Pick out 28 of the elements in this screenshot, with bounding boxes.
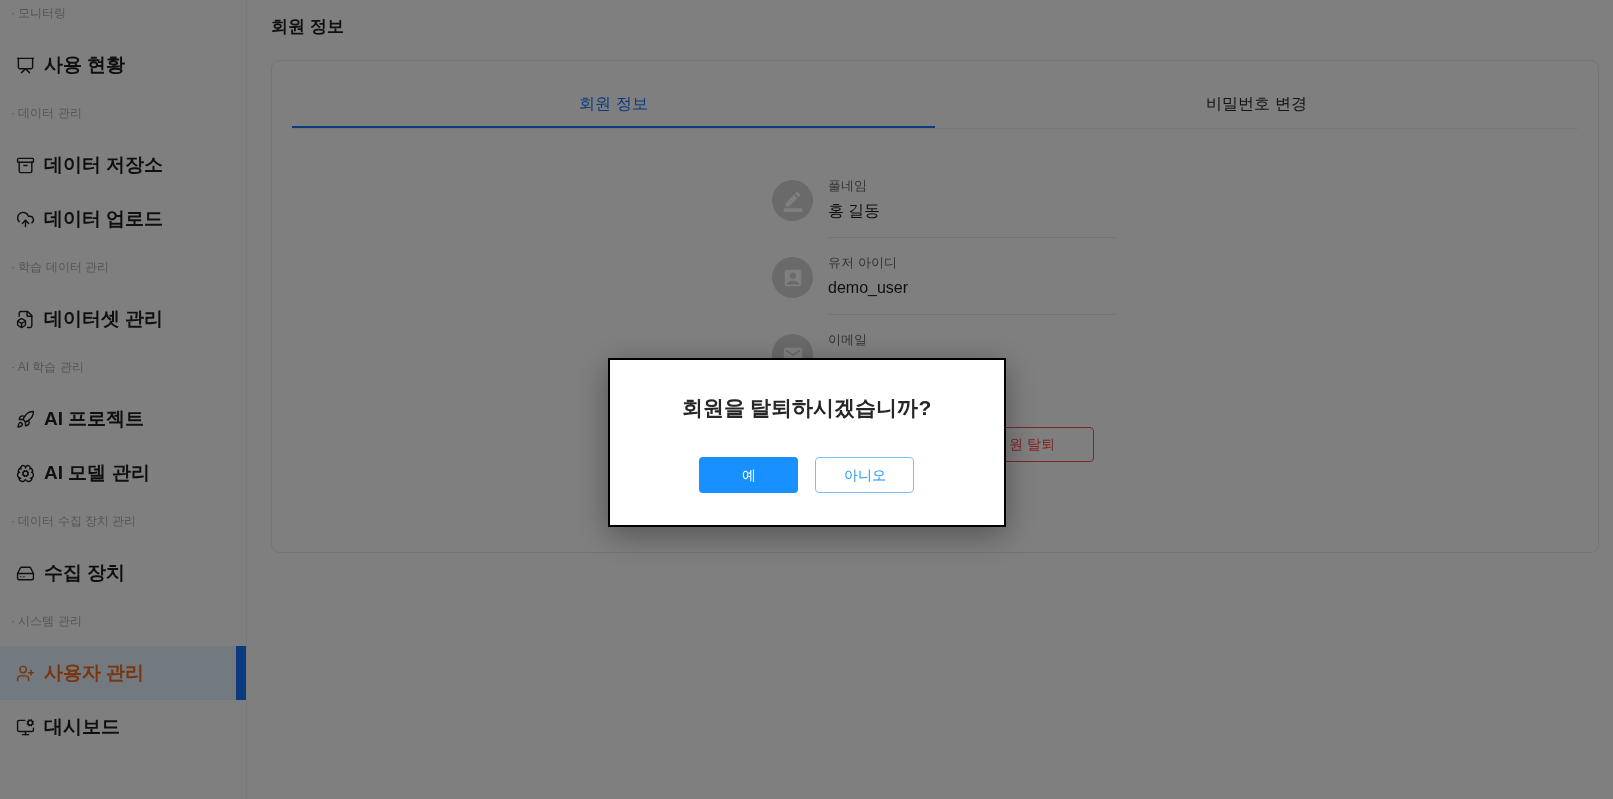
presentation-board-icon [16,55,35,75]
field-label: 유저 아이디 [828,254,897,272]
monitor-gear-icon [16,717,35,737]
field-value: demo_user [828,278,909,298]
sidebar-item[interactable]: 수집 장치 [0,546,246,600]
user-plus-icon [16,663,35,683]
rocket-icon [16,409,35,429]
sidebar-item[interactable]: 사용 현황 [0,38,246,92]
tab[interactable]: 비밀번호 변경 [935,81,1578,128]
dialog-message: 회원을 탈퇴하시겠습니까? [681,395,932,421]
field-label: 이메일 [828,331,867,349]
cancel-button[interactable]: 아니오 [815,457,914,493]
sidebar-item[interactable]: 데이터 업로드 [0,192,246,246]
archive-box-icon [16,155,35,175]
field-value: 홍 길동 [828,201,881,221]
confirm-button[interactable]: 예 [699,457,798,493]
field-label: 풀네임 [828,177,867,195]
file-box-icon [16,309,35,329]
hard-drive-icon [16,563,35,583]
sidebar-item[interactable]: AI 모델 관리 [0,446,246,500]
sidebar-item[interactable]: 데이터셋 관리 [0,292,246,346]
page-title: 회원 정보 [271,17,344,37]
sidebar-item[interactable]: AI 프로젝트 [0,392,246,446]
brain-gear-icon [16,463,35,483]
cloud-upload-icon [16,209,35,229]
tab[interactable]: 회원 정보 [292,81,935,128]
sidebar-item[interactable]: 데이터 저장소 [0,138,246,192]
sidebar-item[interactable]: 대시보드 [0,700,246,754]
